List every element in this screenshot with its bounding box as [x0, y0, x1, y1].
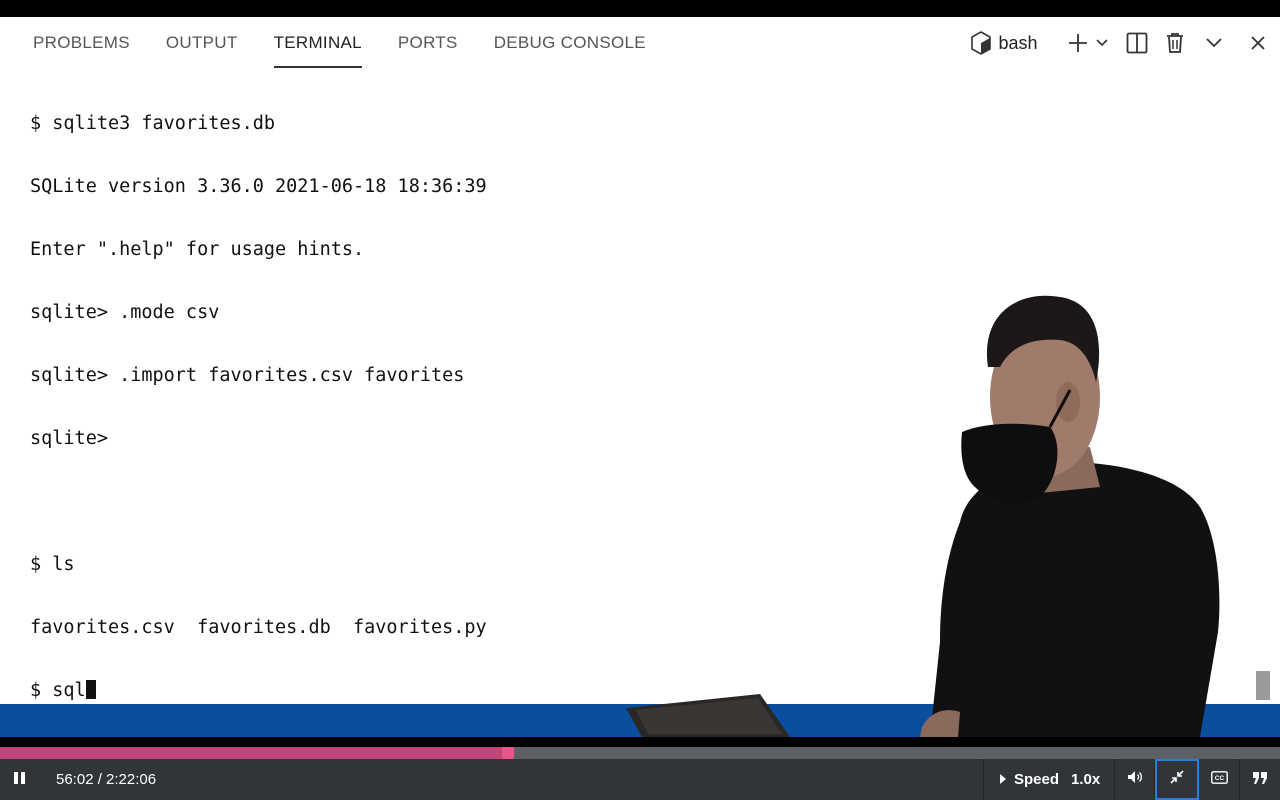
new-terminal-icon: [1068, 33, 1088, 53]
terminal-line: sqlite> .mode csv: [30, 302, 220, 323]
exit-fullscreen-button[interactable]: [1155, 759, 1199, 800]
progress-scrubber-handle[interactable]: [502, 747, 515, 759]
trash-icon: [1165, 32, 1185, 54]
panel-tab-bar: PROBLEMS OUTPUT TERMINAL PORTS DEBUG CON…: [0, 17, 664, 69]
split-terminal-button[interactable]: [1116, 17, 1158, 69]
terminal-line: favorites.csv favorites.db favorites.py: [30, 617, 487, 638]
transcript-quote-icon: [1253, 771, 1267, 789]
shell-label: bash: [998, 32, 1038, 53]
split-terminal-icon: [1126, 32, 1148, 54]
dropdown-chevron-icon: [1096, 39, 1108, 47]
tab-output[interactable]: OUTPUT: [148, 17, 256, 69]
speed-label: Speed: [1014, 771, 1060, 788]
closed-captions-icon: CC: [1210, 770, 1228, 789]
new-terminal-button[interactable]: [1044, 17, 1088, 69]
svg-text:CC: CC: [1214, 775, 1224, 782]
transcript-button[interactable]: [1240, 759, 1280, 800]
terminal-line: Enter ".help" for usage hints.: [30, 239, 365, 260]
top-letterbox: [0, 0, 1280, 17]
terminal-line: $ sqlite3 favorites.db: [30, 113, 276, 134]
terminal-cursor: [85, 680, 96, 699]
terminal-input-line[interactable]: $ sql: [30, 680, 487, 701]
exit-fullscreen-icon: [1169, 770, 1184, 789]
tab-ports[interactable]: PORTS: [380, 17, 476, 69]
volume-icon: [1127, 770, 1143, 789]
terminal-line: $ ls: [30, 554, 75, 575]
terminal-output[interactable]: $ sqlite3 favorites.db SQLite version 3.…: [30, 71, 487, 737]
close-panel-button[interactable]: [1236, 17, 1280, 69]
video-progress-bar[interactable]: [0, 747, 1280, 759]
terminal-shell-icon: [970, 31, 992, 55]
time-display: 56:02 / 2:22:06: [56, 771, 157, 788]
close-icon: [1250, 35, 1266, 51]
terminal-shell-selector[interactable]: bash: [964, 17, 1044, 69]
speed-value: 1.0x: [1071, 771, 1101, 788]
terminal-line: sqlite> .import favorites.csv favorites: [30, 365, 465, 386]
maximize-panel-button[interactable]: [1192, 17, 1236, 69]
pause-icon: [14, 771, 26, 789]
video-frame: PROBLEMS OUTPUT TERMINAL PORTS DEBUG CON…: [0, 17, 1280, 737]
terminal-current-input: $ sql: [30, 680, 86, 701]
kill-terminal-button[interactable]: [1158, 17, 1192, 69]
pause-button[interactable]: [0, 759, 40, 800]
terminal-dropdown-button[interactable]: [1088, 17, 1116, 69]
volume-button[interactable]: [1115, 759, 1155, 800]
tab-debug-console[interactable]: DEBUG CONSOLE: [476, 17, 664, 69]
speed-caret-icon: [1000, 771, 1006, 788]
speed-control[interactable]: Speed 1.0x: [983, 759, 1115, 800]
video-controls: 56:02 / 2:22:06 Speed 1.0x CC: [0, 759, 1280, 800]
terminal-scrollbar-thumb[interactable]: [1256, 671, 1270, 700]
terminal-line: sqlite>: [30, 428, 108, 449]
laptop-image: [626, 694, 790, 737]
tab-terminal[interactable]: TERMINAL: [256, 17, 380, 69]
terminal-line: SQLite version 3.36.0 2021-06-18 18:36:3…: [30, 176, 487, 197]
tab-problems[interactable]: PROBLEMS: [0, 17, 148, 69]
presenter-image: [920, 295, 1220, 737]
progress-played: [0, 747, 509, 759]
closed-captions-button[interactable]: CC: [1199, 759, 1240, 800]
panel-actions: bash: [964, 17, 1280, 69]
collapse-chevron-icon: [1206, 38, 1222, 48]
